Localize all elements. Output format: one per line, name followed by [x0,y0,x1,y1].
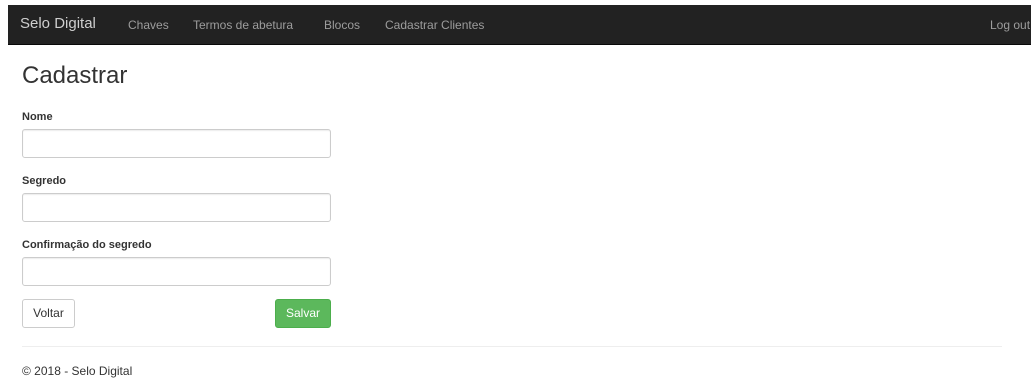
nav-link-chaves[interactable]: Chaves [128,18,169,32]
logout-link[interactable]: Log out [990,18,1030,32]
confirmacao-segredo-input[interactable] [22,257,331,286]
page-title: Cadastrar [22,62,128,89]
page: Selo Digital Chaves Termos de abetura Bl… [0,0,1031,378]
brand-link[interactable]: Selo Digital [20,15,96,32]
nav-link-cadastrar-clientes[interactable]: Cadastrar Clientes [385,18,484,32]
navbar: Selo Digital Chaves Termos de abetura Bl… [8,5,1031,45]
confirmacao-segredo-label: Confirmação do segredo [22,239,152,251]
nome-input[interactable] [22,129,331,158]
footer-copyright: © 2018 - Selo Digital [22,364,133,378]
footer-divider [22,346,1002,347]
nav-link-blocos[interactable]: Blocos [324,18,360,32]
nav-link-termos-de-abertura[interactable]: Termos de abetura [193,18,293,32]
nome-label: Nome [22,111,53,123]
segredo-label: Segredo [22,175,67,187]
segredo-input[interactable] [22,193,331,222]
back-button[interactable]: Voltar [22,299,75,328]
save-button[interactable]: Salvar [275,299,331,328]
